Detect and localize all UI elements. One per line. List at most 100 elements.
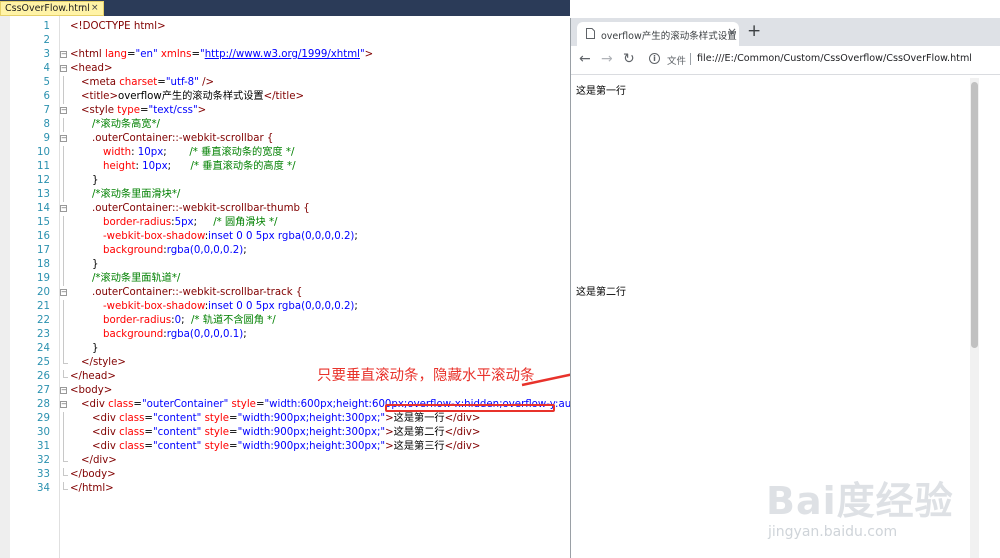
code-token: ; [167, 161, 191, 172]
fold-toggle-icon[interactable]: − [60, 289, 67, 296]
watermark-logo-text: Bai度经验 [766, 479, 954, 523]
code-line[interactable]: 22 border-radius:0; /* 轨道不含圆角 */ [0, 314, 570, 328]
code-line[interactable]: 4 − <head> [0, 62, 570, 76]
code-token: = [126, 49, 136, 60]
fold-toggle-icon[interactable]: − [60, 65, 67, 72]
line-number: 15 [37, 217, 50, 228]
new-tab-button[interactable]: + [747, 21, 761, 41]
code-text: <head> [70, 62, 113, 76]
line-number: 31 [37, 441, 50, 452]
code-text: border-radius:5px; /* 圆角滑块 */ [103, 216, 277, 230]
code-line[interactable]: 14 − .outerContainer::-webkit-scrollbar-th… [0, 202, 570, 216]
line-number: 18 [37, 259, 50, 270]
document-tab[interactable]: CssOverFlow.html ⊤ × [0, 1, 104, 16]
code-token: border-radius [103, 315, 172, 326]
line-number: 9 [43, 133, 50, 144]
back-arrow-icon[interactable]: ← [579, 51, 591, 67]
code-line[interactable]: 33 </body> [0, 468, 570, 482]
code-line[interactable]: 13 /*滚动条里面滑块*/ [0, 188, 570, 202]
code-token: ; [243, 329, 247, 340]
code-token: = [157, 77, 166, 88]
address-bar[interactable]: file:///E:/Common/Custom/CssOverflow/Css… [697, 53, 972, 64]
code-line[interactable]: 7 − <style type="text/css"> [0, 104, 570, 118]
fold-toggle-icon[interactable]: − [60, 205, 67, 212]
close-icon[interactable]: × [727, 25, 737, 39]
code-line[interactable]: 5 <meta charset="utf-8" /> [0, 76, 570, 90]
line-number: 16 [37, 231, 50, 242]
code-line[interactable]: 23 background:rgba(0,0,0,0.1); [0, 328, 570, 342]
code-line[interactable]: 2 [0, 34, 570, 48]
code-token: .outerContainer::-webkit-scrollbar-track… [92, 287, 303, 298]
info-icon[interactable]: i [649, 53, 660, 64]
fold-toggle-icon[interactable]: − [60, 107, 67, 114]
vertical-scrollbar-thumb[interactable] [971, 82, 978, 348]
code-token: style [204, 441, 230, 452]
code-text: <!DOCTYPE html> [70, 20, 166, 34]
code-line[interactable]: 18} [0, 258, 570, 272]
code-line[interactable]: 6 <title>overflow产生的滚动条样式设置</title> [0, 90, 570, 104]
code-token: overflow产生的滚动条样式设置 [118, 91, 264, 102]
code-token: > [385, 427, 394, 438]
code-line[interactable]: 29 <div class="content" style="width:900p… [0, 412, 570, 426]
code-line[interactable]: 16 -webkit-box-shadow:inset 0 0 5px rgba(… [0, 230, 570, 244]
reload-icon[interactable]: ↻ [623, 51, 635, 67]
fold-toggle-icon[interactable]: − [60, 135, 67, 142]
forward-arrow-icon[interactable]: → [601, 51, 613, 67]
fold-toggle-icon[interactable]: − [60, 51, 67, 58]
code-line[interactable]: 17 background:rgba(0,0,0,0.2); [0, 244, 570, 258]
document-tab-title: CssOverFlow.html [5, 3, 90, 14]
code-area[interactable]: 1 <!DOCTYPE html> 2 3− <html lang="en" xmlns… [0, 16, 595, 558]
code-text: <style type="text/css"> [81, 104, 206, 118]
line-number: 4 [43, 63, 50, 74]
document-icon [586, 28, 595, 39]
code-token: = [144, 413, 153, 424]
line-number: 7 [43, 105, 50, 116]
line-number: 29 [37, 413, 50, 424]
code-line[interactable]: 20 − .outerContainer::-webkit-scrollbar-tr… [0, 286, 570, 300]
code-token: rgba(0,0,0,0.1) [166, 329, 244, 340]
line-number: 28 [37, 399, 50, 410]
browser-tab[interactable]: overflow产生的滚动条样式设置 × [577, 22, 739, 46]
code-line[interactable]: 15 border-radius:5px; /* 圆角滑块 */ [0, 216, 570, 230]
code-line[interactable]: 32 </div> [0, 454, 570, 468]
code-line[interactable]: 3 − <html lang="en" xmlns="http://www.w3.o… [0, 48, 570, 62]
fold-guide-line [63, 272, 64, 286]
code-line[interactable]: 10 width: 10px; /* 垂直滚动条的宽度 */ [0, 146, 570, 160]
close-tab-icon[interactable]: × [91, 2, 99, 15]
code-token: = [191, 49, 200, 60]
code-token: = [139, 105, 149, 116]
code-line[interactable]: 19 /*滚动条里面轨道*/ [0, 272, 570, 286]
code-line[interactable]: 9 − .outerContainer::-webkit-scrollbar { [0, 132, 570, 146]
code-line[interactable]: 12} [0, 174, 570, 188]
code-token: /*滚动条里面轨道*/ [92, 273, 181, 284]
code-token: "width:900px;height:300px;" [237, 427, 386, 438]
code-token: .outerContainer::-webkit-scrollbar-thumb… [92, 203, 310, 214]
code-token[interactable]: http://www.w3.org/1999/xhtml [205, 49, 360, 60]
code-line[interactable]: 1 <!DOCTYPE html> [0, 20, 570, 34]
pin-icon[interactable]: ⊤ [79, 2, 86, 15]
code-line[interactable]: 34 </html> [0, 482, 570, 496]
code-line[interactable]: 24} [0, 342, 570, 356]
code-token: lang [104, 49, 127, 60]
code-line[interactable]: 31 <div class="content" style="width:900p… [0, 440, 570, 454]
code-text: background:rgba(0,0,0,0.1); [103, 328, 247, 342]
code-text: /*滚动条高宽*/ [92, 118, 160, 132]
code-line[interactable]: 21 -webkit-box-shadow:inset 0 0 5px rgba(… [0, 300, 570, 314]
code-line[interactable]: 27 − <body> [0, 384, 570, 398]
code-token: /> [198, 77, 215, 88]
code-token: = [133, 399, 142, 410]
fold-guide-line [63, 370, 64, 378]
code-token: class [119, 413, 145, 424]
fold-toggle-icon[interactable]: − [60, 387, 67, 394]
code-editor-window: CssOverFlow.html ⊤ × 1 <!DOCTYPE html> 2 3−… [0, 0, 628, 558]
code-token: ; [181, 315, 191, 326]
code-line[interactable]: 11 height: 10px; /* 垂直滚动条的高度 */ [0, 160, 570, 174]
code-token: <!DOCTYPE html> [70, 21, 166, 32]
fold-toggle-icon[interactable]: − [60, 401, 67, 408]
line-number: 23 [37, 329, 50, 340]
fold-guide-line [63, 90, 64, 104]
code-line[interactable]: 30 <div class="content" style="width:900p… [0, 426, 570, 440]
code-line[interactable]: 8 /*滚动条高宽*/ [0, 118, 570, 132]
watermark-url: jingyan.baidu.com [768, 524, 898, 540]
code-text: background:rgba(0,0,0,0.2); [103, 244, 247, 258]
